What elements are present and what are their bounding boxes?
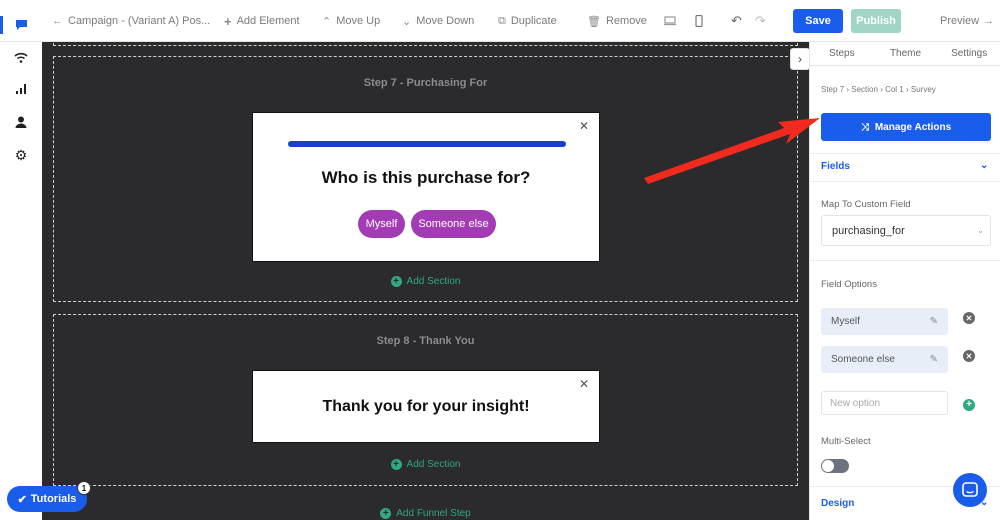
divider [810, 181, 1000, 182]
breadcrumb: Step 7 › Section › Col 1 › Survey [821, 85, 936, 94]
tab-settings[interactable]: Settings [937, 42, 1000, 65]
tab-steps[interactable]: Steps [810, 42, 874, 65]
publish-button[interactable]: Publish [851, 9, 901, 33]
remove-option-icon[interactable]: ✕ [963, 350, 975, 362]
thank-you-popup[interactable]: ✕ Thank you for your insight! [252, 370, 600, 443]
pencil-icon[interactable]: ✎ [930, 316, 938, 327]
plus-circle-icon: + [380, 508, 392, 519]
chat-bubble-icon [962, 482, 978, 497]
add-funnel-step-link[interactable]: + Add Funnel Step [42, 508, 809, 519]
multi-select-label: Multi-Select [821, 436, 871, 447]
option-button-someone-else[interactable]: Someone else [411, 210, 496, 238]
preview-button[interactable]: Preview → [940, 0, 994, 42]
editor-canvas: Step 7 - Purchasing For ✕ Who is this pu… [42, 42, 809, 520]
mobile-icon [695, 15, 703, 27]
move-up-button[interactable]: ⌃ Move Up [322, 0, 380, 42]
rail-chat[interactable] [0, 16, 30, 34]
arrow-left-icon: ← [52, 15, 63, 27]
top-toolbar: ← Campaign - (Variant A) Pos... + Add El… [0, 0, 1000, 42]
desktop-icon [664, 16, 676, 26]
chevron-right-icon: › [798, 52, 802, 66]
shuffle-icon: ⤨ [860, 121, 869, 133]
step-8-box[interactable]: Step 8 - Thank You ✕ Thank you for your … [53, 314, 798, 486]
manage-actions-button[interactable]: ⤨ Manage Actions [821, 113, 991, 141]
multi-select-toggle[interactable] [821, 459, 849, 473]
arrow-right-icon: → [983, 15, 995, 27]
step-title: Step 8 - Thank You [376, 335, 475, 347]
new-option-input[interactable]: New option [821, 391, 948, 415]
tab-theme[interactable]: Theme [874, 42, 938, 65]
redo-icon: ↷ [755, 13, 766, 28]
support-chat-button[interactable] [953, 473, 987, 507]
map-custom-field-label: Map To Custom Field [821, 199, 911, 210]
check-icon: ✔ [17, 493, 27, 506]
chevron-down-icon: ⌄ [977, 226, 984, 235]
breadcrumb-column[interactable]: Col 1 [885, 85, 904, 94]
survey-popup[interactable]: ✕ Who is this purchase for? Myself Someo… [252, 112, 600, 262]
previous-step-box [53, 42, 798, 46]
undo-button[interactable]: ↶ [731, 0, 742, 42]
redo-button[interactable]: ↷ [755, 0, 766, 42]
survey-question: Who is this purchase for? [321, 168, 531, 187]
divider [810, 153, 1000, 154]
design-section-header[interactable]: Design [821, 498, 854, 509]
remove-button[interactable]: 🗑 Remove [587, 0, 647, 42]
chevron-up-icon: ⌃ [322, 15, 332, 28]
undo-icon: ↶ [731, 13, 742, 28]
active-indicator [0, 16, 3, 34]
left-rail: ⚙ [0, 16, 42, 520]
duplicate-button[interactable]: ⧉ Duplicate [498, 0, 557, 42]
remove-option-icon[interactable]: ✕ [963, 312, 975, 324]
field-options-label: Field Options [821, 279, 877, 290]
save-button[interactable]: Save [793, 9, 843, 33]
pencil-icon[interactable]: ✎ [930, 354, 938, 365]
rail-user[interactable] [12, 113, 30, 131]
mobile-view-button[interactable] [695, 0, 703, 42]
campaign-title: Campaign - (Variant A) Pos... [68, 15, 211, 27]
field-option-someone-else[interactable]: Someone else ✎ [821, 346, 948, 373]
plus-icon: + [224, 13, 232, 29]
field-option-myself[interactable]: Myself ✎ [821, 308, 948, 335]
properties-panel: Steps Theme Settings Step 7 › Section › … [809, 42, 1000, 520]
chevron-down-icon[interactable]: ⌄ [980, 160, 988, 171]
gear-icon: ⚙ [14, 146, 28, 163]
collapse-panel-button[interactable]: › [790, 48, 810, 70]
add-element-button[interactable]: + Add Element [224, 0, 300, 42]
chart-icon [16, 84, 26, 94]
move-down-button[interactable]: ⌄ Move Down [402, 0, 474, 42]
add-option-icon[interactable]: + [963, 399, 975, 411]
plus-circle-icon: + [390, 276, 402, 287]
back-to-campaign-link[interactable]: ← Campaign - (Variant A) Pos... [52, 0, 210, 42]
rail-analytics[interactable] [12, 80, 30, 98]
breadcrumb-survey: Survey [910, 85, 936, 94]
plus-circle-icon: + [390, 459, 402, 470]
close-icon[interactable]: ✕ [579, 377, 589, 391]
step-title: Step 7 - Purchasing For [363, 77, 488, 89]
divider [810, 260, 1000, 261]
custom-field-select[interactable]: purchasing_for ⌄ [821, 215, 991, 246]
copy-icon: ⧉ [498, 14, 506, 27]
tutorials-button[interactable]: ✔ Tutorials [7, 486, 87, 512]
chat-icon [15, 20, 27, 30]
add-section-link[interactable]: + Add Section [54, 276, 797, 287]
rail-wifi[interactable] [12, 48, 30, 66]
panel-tabs: Steps Theme Settings [810, 42, 1000, 66]
fields-section-header[interactable]: Fields [821, 161, 850, 172]
breadcrumb-step[interactable]: Step 7 [821, 85, 844, 94]
progress-bar [288, 141, 566, 147]
desktop-view-button[interactable] [664, 0, 676, 42]
rail-settings[interactable]: ⚙ [12, 146, 30, 164]
chevron-down-icon: ⌄ [402, 15, 412, 28]
option-button-myself[interactable]: Myself [358, 210, 405, 238]
user-icon [15, 116, 27, 128]
notification-badge: 1 [77, 481, 91, 495]
add-section-link[interactable]: + Add Section [54, 459, 797, 470]
close-icon[interactable]: ✕ [579, 119, 589, 133]
wifi-icon [14, 52, 28, 63]
thank-you-message: Thank you for your insight! [322, 398, 530, 415]
step-7-box[interactable]: Step 7 - Purchasing For ✕ Who is this pu… [53, 56, 798, 302]
trash-icon: 🗑 [587, 15, 601, 28]
toggle-knob [822, 460, 834, 472]
breadcrumb-section[interactable]: Section [851, 85, 878, 94]
